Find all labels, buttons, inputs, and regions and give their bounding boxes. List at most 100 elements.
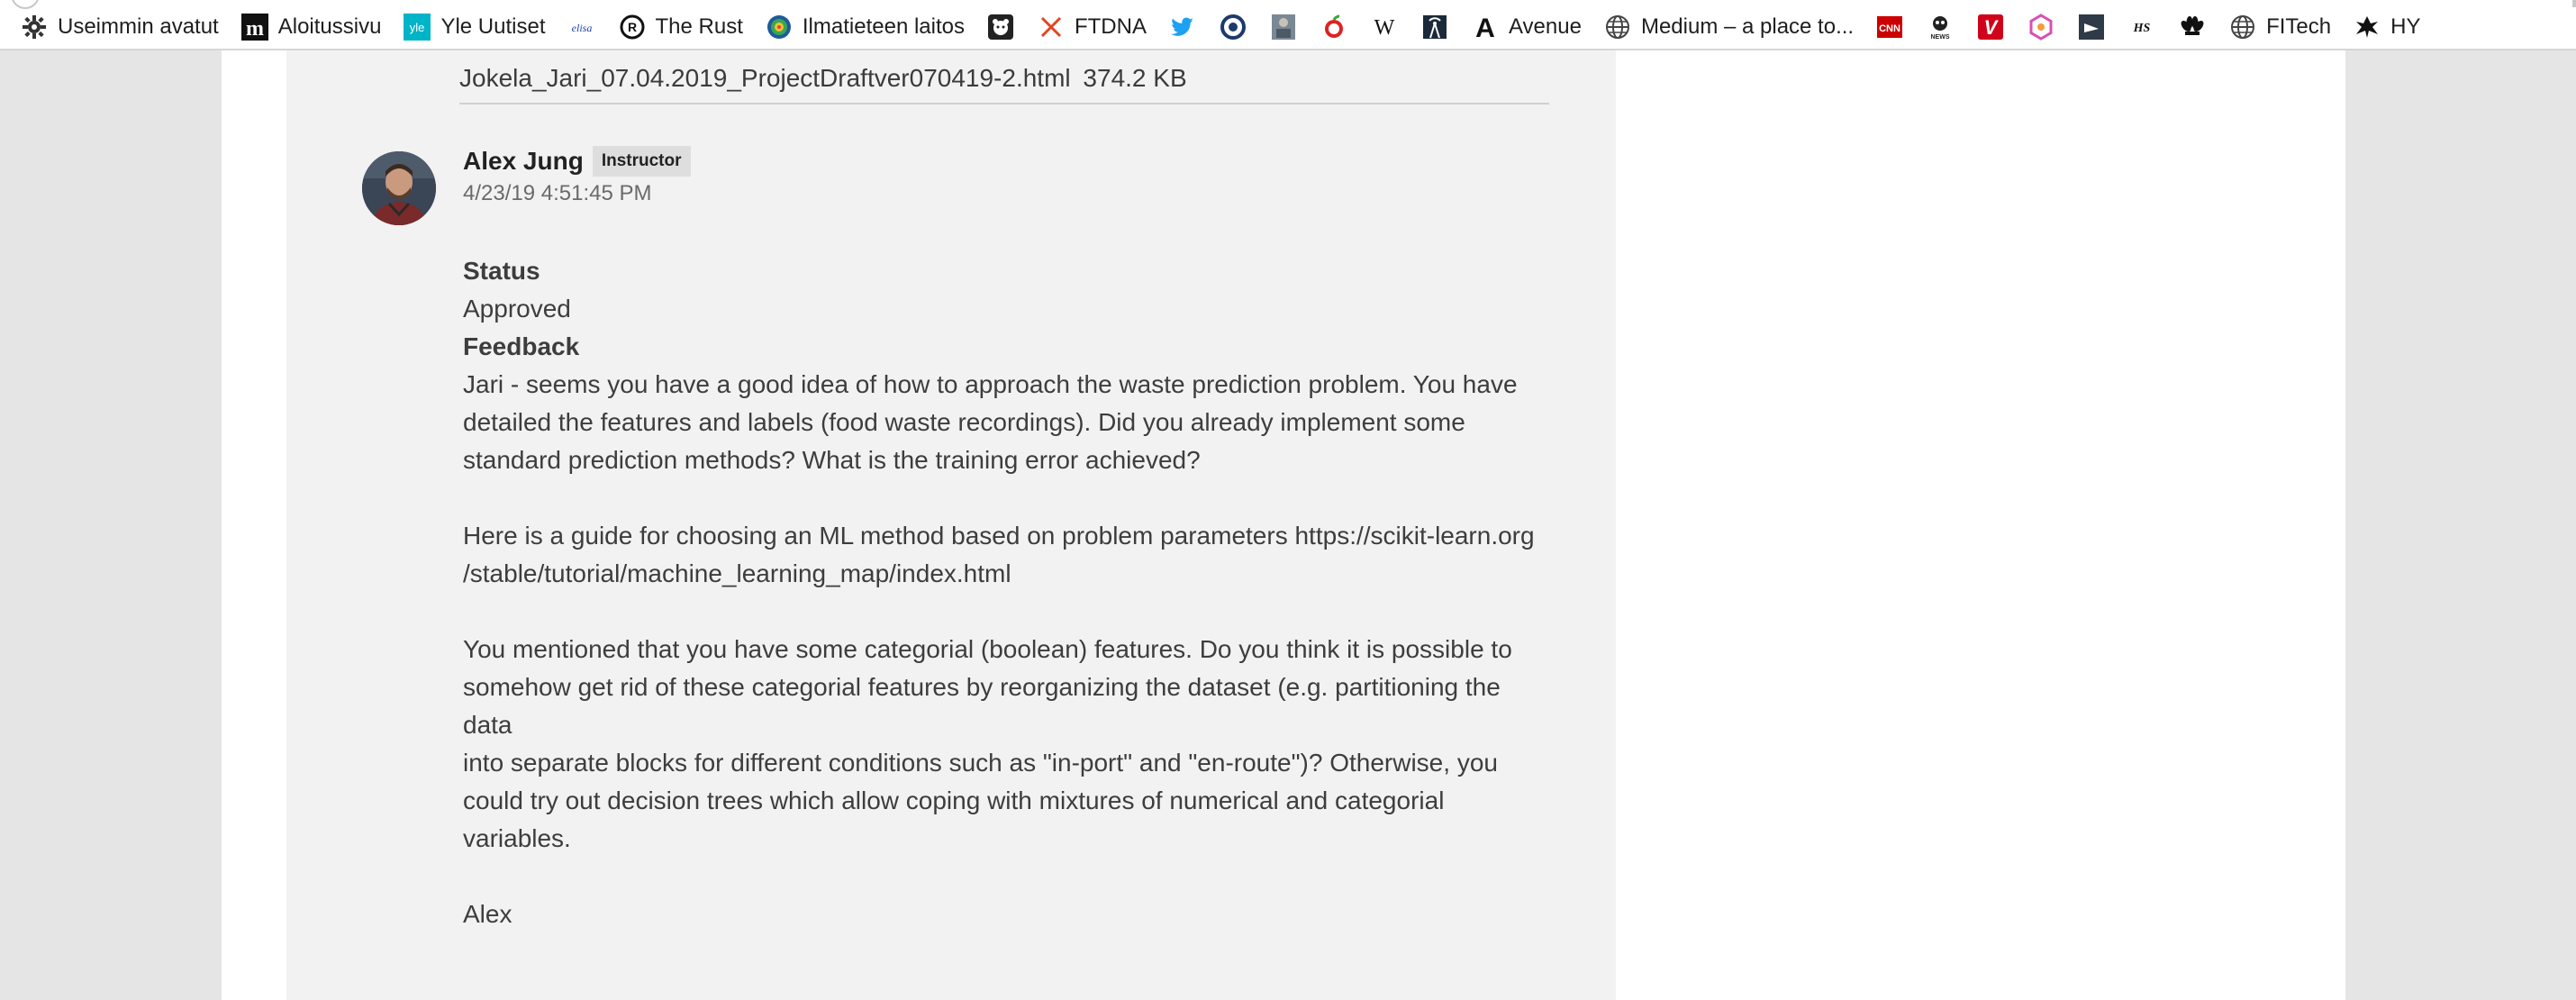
- post-body: Status Approved Feedback Jari - seems yo…: [463, 252, 1553, 933]
- circle-logo-icon: [1219, 13, 1247, 41]
- feedback-paragraph-3-line-3: into separate blocks for different condi…: [463, 749, 1498, 777]
- bookmark-item[interactable]: [1420, 13, 1449, 41]
- bookmark-item[interactable]: [2027, 13, 2055, 41]
- svg-text:elisa: elisa: [571, 22, 592, 34]
- bookmark-item[interactable]: [986, 13, 1015, 41]
- globe-pattern-icon: [765, 13, 794, 41]
- svg-text:CNN: CNN: [1879, 23, 1900, 34]
- photo-thumbnail-icon: [1269, 13, 1298, 41]
- bookmark-label: Useimmin avatut: [58, 14, 219, 39]
- bookmark-label: Aloitussivu: [277, 14, 382, 39]
- bookmark-item[interactable]: V: [1976, 13, 2005, 41]
- scikit-learn-link-continued[interactable]: /stable/tutorial/machine_learning_map/in…: [463, 559, 1011, 587]
- bookmark-item[interactable]: [2178, 13, 2207, 41]
- bookmark-item[interactable]: [1269, 13, 1298, 41]
- role-badge: Instructor: [592, 146, 691, 177]
- post-timestamp: 4/23/19 4:51:45 PM: [463, 181, 652, 205]
- bookmark-item[interactable]: yle Yle Uutiset: [403, 13, 546, 41]
- bookmark-item[interactable]: FITech: [2228, 13, 2331, 41]
- dna-logo-icon: [1037, 13, 1066, 41]
- feedback-paragraph-3-line-1: You mentioned that you have some categor…: [463, 635, 1512, 663]
- svg-text:A: A: [1475, 14, 1495, 41]
- globe-icon: [2228, 13, 2257, 41]
- bookmark-item[interactable]: elisa: [567, 13, 596, 41]
- bookmark-item[interactable]: [1320, 13, 1348, 41]
- hs-logo-icon: HS: [2127, 13, 2156, 41]
- dark-tile-logo-icon: [2077, 13, 2106, 41]
- attachment-row[interactable]: Jokela_Jari_07.04.2019_ProjectDraftver07…: [459, 58, 1549, 105]
- attachment-size: 374.2 KB: [1083, 64, 1187, 92]
- bookmark-label: FITech: [2266, 14, 2332, 39]
- bookmark-item[interactable]: NEWS: [1926, 13, 1955, 41]
- bookmarks-toolbar: Useimmin avatut m Aloitussivu yle Yle Uutise…: [0, 0, 2576, 50]
- feedback-heading: Feedback: [463, 332, 580, 360]
- svg-text:yle: yle: [410, 21, 425, 34]
- elisa-logo-icon: elisa: [567, 13, 596, 41]
- bookmark-item[interactable]: HY: [2353, 13, 2420, 41]
- svg-text:m: m: [246, 17, 264, 41]
- toolbar-edge-marker: [2572, 0, 2576, 7]
- status-heading: Status: [463, 257, 540, 285]
- feedback-paragraph-3-line-5: variables.: [463, 824, 571, 852]
- bookmark-label: The Rust: [655, 14, 743, 39]
- svg-text:V: V: [1984, 16, 2000, 39]
- hexagon-logo-icon: [2027, 13, 2055, 41]
- bookmark-item[interactable]: [1168, 13, 1197, 41]
- feedback-paragraph-1-line-3: standard prediction methods? What is the…: [463, 446, 1201, 474]
- bookmark-item[interactable]: R The Rust: [618, 13, 743, 41]
- v-logo-icon: V: [1976, 13, 2005, 41]
- rust-logo-icon: R: [618, 13, 647, 41]
- bear-logo-icon: [986, 13, 1015, 41]
- bookmark-item[interactable]: m Aloitussivu: [240, 13, 382, 41]
- bookmark-item[interactable]: Medium – a place to...: [1603, 13, 1854, 41]
- bookmark-label: FTDNA: [1074, 14, 1147, 39]
- bookmark-item[interactable]: A Avenue: [1471, 13, 1582, 41]
- letter-a-icon: A: [1471, 13, 1500, 41]
- feedback-paragraph-3-line-2: somehow get rid of these categorial feat…: [463, 673, 1501, 739]
- nbc-peacock-icon: [2178, 13, 2207, 41]
- bookmark-item[interactable]: HS: [2127, 13, 2156, 41]
- feedback-paragraph-2-line-1: Here is a guide for choosing an ML metho…: [463, 517, 1553, 555]
- wikipedia-w-icon: W: [1370, 13, 1399, 41]
- status-value: Approved: [463, 295, 571, 323]
- news-logo-icon: NEWS: [1926, 13, 1955, 41]
- author-name[interactable]: Alex Jung: [463, 147, 584, 176]
- feedback-paragraph-1-line-2: detailed the features and labels (food w…: [463, 408, 1465, 436]
- svg-text:R: R: [627, 20, 636, 34]
- svg-text:HS: HS: [2133, 22, 2151, 35]
- guide-text: Here is a guide for choosing an ML metho…: [463, 522, 1295, 550]
- user-photo-icon: [362, 151, 436, 225]
- scikit-learn-link[interactable]: https://scikit-learn.org: [1294, 522, 1534, 550]
- bookmark-item[interactable]: CNN: [1875, 13, 1904, 41]
- bookmark-label: Medium – a place to...: [1640, 14, 1855, 39]
- toolbar-edge-icon: [11, 0, 40, 9]
- bookmark-label: Avenue: [1508, 14, 1582, 39]
- bookmarks-list: Useimmin avatut m Aloitussivu yle Yle Uutise…: [20, 9, 2420, 45]
- bookmark-item[interactable]: FTDNA: [1037, 13, 1147, 41]
- svg-text:NEWS: NEWS: [1931, 34, 1950, 41]
- gear-icon: [20, 13, 49, 41]
- bookmark-label: Ilmatieteen laitos: [802, 14, 965, 39]
- globe-icon: [1603, 13, 1632, 41]
- bookmark-item[interactable]: [1219, 13, 1247, 41]
- bookmark-item[interactable]: Ilmatieteen laitos: [765, 13, 965, 41]
- avatar: [362, 151, 436, 225]
- bookmark-label: Yle Uutiset: [440, 14, 546, 39]
- cnn-logo-icon: CNN: [1875, 13, 1904, 41]
- svg-text:W: W: [1374, 16, 1395, 40]
- signature: Alex: [463, 900, 512, 928]
- feedback-paragraph-1-line-1: Jari - seems you have a good idea of how…: [463, 370, 1518, 398]
- attachment-filename[interactable]: Jokela_Jari_07.04.2019_ProjectDraftver07…: [459, 64, 1071, 92]
- bookmark-label: HY: [2390, 14, 2421, 39]
- bookmark-item[interactable]: Useimmin avatut: [20, 13, 219, 41]
- yle-logo-icon: yle: [403, 13, 431, 41]
- bookmark-item[interactable]: [2077, 13, 2106, 41]
- m-logo-icon: m: [240, 13, 269, 41]
- feedback-paragraph-2-line-2: /stable/tutorial/machine_learning_map/in…: [463, 555, 1553, 593]
- feedback-paragraph-3-line-4: could try out decision trees which allow…: [463, 786, 1445, 814]
- bookmark-item[interactable]: W: [1370, 13, 1399, 41]
- apple-logo-icon: [1320, 13, 1348, 41]
